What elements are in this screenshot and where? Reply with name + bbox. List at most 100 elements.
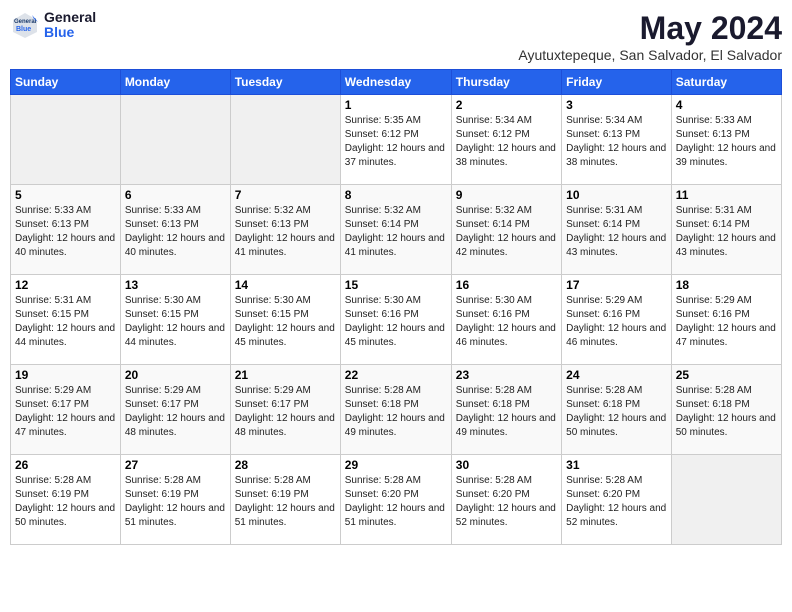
logo-general: General xyxy=(44,10,96,25)
day-number: 18 xyxy=(676,278,777,292)
day-info: Sunrise: 5:33 AM Sunset: 6:13 PM Dayligh… xyxy=(676,114,777,170)
page-header: General Blue General Blue May 2024 Ayutu… xyxy=(10,10,782,63)
weekday-header-saturday: Saturday xyxy=(671,70,781,95)
day-number: 23 xyxy=(456,368,557,382)
day-info: Sunrise: 5:35 AM Sunset: 6:12 PM Dayligh… xyxy=(345,114,447,170)
day-info: Sunrise: 5:30 AM Sunset: 6:16 PM Dayligh… xyxy=(345,294,447,350)
day-number: 4 xyxy=(676,98,777,112)
day-number: 24 xyxy=(566,368,667,382)
day-number: 27 xyxy=(125,458,226,472)
day-info: Sunrise: 5:28 AM Sunset: 6:20 PM Dayligh… xyxy=(456,474,557,530)
day-number: 25 xyxy=(676,368,777,382)
day-cell: 23 Sunrise: 5:28 AM Sunset: 6:18 PM Dayli… xyxy=(451,365,561,455)
day-cell: 9 Sunrise: 5:32 AM Sunset: 6:14 PM Daylig… xyxy=(451,185,561,275)
weekday-header-thursday: Thursday xyxy=(451,70,561,95)
location: Ayutuxtepeque, San Salvador, El Salvador xyxy=(518,47,782,63)
day-number: 28 xyxy=(235,458,336,472)
day-cell: 29 Sunrise: 5:28 AM Sunset: 6:20 PM Dayli… xyxy=(340,455,451,545)
week-row-3: 12Sunrise: 5:31 AM Sunset: 6:15 PM Dayli… xyxy=(11,275,782,365)
day-info: Sunrise: 5:28 AM Sunset: 6:18 PM Dayligh… xyxy=(566,384,667,440)
day-cell: 8 Sunrise: 5:32 AM Sunset: 6:14 PM Daylig… xyxy=(340,185,451,275)
day-cell: 20 Sunrise: 5:29 AM Sunset: 6:17 PM Dayli… xyxy=(120,365,230,455)
day-cell: 27Sunrise: 5:28 AM Sunset: 6:19 PM Dayli… xyxy=(120,455,230,545)
day-cell: 11 Sunrise: 5:31 AM Sunset: 6:14 PM Dayli… xyxy=(671,185,781,275)
day-number: 30 xyxy=(456,458,557,472)
day-cell: 6 Sunrise: 5:33 AM Sunset: 6:13 PM Daylig… xyxy=(120,185,230,275)
day-number: 31 xyxy=(566,458,667,472)
day-info: Sunrise: 5:31 AM Sunset: 6:14 PM Dayligh… xyxy=(566,204,667,260)
week-row-5: 26 Sunrise: 5:28 AM Sunset: 6:19 PM Dayli… xyxy=(11,455,782,545)
weekday-header-sunday: Sunday xyxy=(11,70,121,95)
day-number: 21 xyxy=(235,368,336,382)
day-number: 11 xyxy=(676,188,777,202)
day-number: 26 xyxy=(15,458,116,472)
day-info: Sunrise: 5:28 AM Sunset: 6:18 PM Dayligh… xyxy=(456,384,557,440)
logo: General Blue General Blue xyxy=(10,10,96,41)
day-cell: 26Sunrise: 5:28 AM Sunset: 6:19 PM Dayli… xyxy=(11,455,121,545)
day-cell: 24 Sunrise: 5:28 AM Sunset: 6:18 PM Dayli… xyxy=(562,365,672,455)
day-cell: 14Sunrise: 5:30 AM Sunset: 6:15 PM Dayli… xyxy=(230,275,340,365)
weekday-header-row: SundayMondayTuesdayWednesdayThursdayFrid… xyxy=(11,70,782,95)
day-number: 6 xyxy=(125,188,226,202)
day-number: 17 xyxy=(566,278,667,292)
day-cell: 31 Sunrise: 5:28 AM Sunset: 6:20 PM Dayli… xyxy=(562,455,672,545)
day-number: 22 xyxy=(345,368,447,382)
day-info: Sunrise: 5:32 AM Sunset: 6:14 PM Dayligh… xyxy=(345,204,447,260)
day-cell xyxy=(11,95,121,185)
day-info: Sunrise: 5:29 AM Sunset: 6:16 PM Dayligh… xyxy=(566,294,667,350)
day-number: 2 xyxy=(456,98,557,112)
day-info: Sunrise: 5:28 AM Sunset: 6:18 PM Dayligh… xyxy=(345,384,447,440)
day-cell xyxy=(230,95,340,185)
day-cell: 30 Sunrise: 5:28 AM Sunset: 6:20 PM Dayli… xyxy=(451,455,561,545)
day-number: 20 xyxy=(125,368,226,382)
day-cell: 10 Sunrise: 5:31 AM Sunset: 6:14 PM Dayli… xyxy=(562,185,672,275)
day-info: Sunrise: 5:29 AM Sunset: 6:17 PM Dayligh… xyxy=(125,384,226,440)
logo-icon: General Blue xyxy=(10,10,40,40)
day-cell: 12Sunrise: 5:31 AM Sunset: 6:15 PM Dayli… xyxy=(11,275,121,365)
weekday-header-wednesday: Wednesday xyxy=(340,70,451,95)
logo-blue: Blue xyxy=(44,25,96,40)
day-info: Sunrise: 5:28 AM Sunset: 6:19 PM Dayligh… xyxy=(235,474,336,530)
day-cell: 17 Sunrise: 5:29 AM Sunset: 6:16 PM Dayli… xyxy=(562,275,672,365)
month-year: May 2024 xyxy=(518,10,782,47)
title-block: May 2024 Ayutuxtepeque, San Salvador, El… xyxy=(518,10,782,63)
day-info: Sunrise: 5:34 AM Sunset: 6:12 PM Dayligh… xyxy=(456,114,557,170)
day-number: 19 xyxy=(15,368,116,382)
day-number: 12 xyxy=(15,278,116,292)
day-cell xyxy=(120,95,230,185)
day-cell xyxy=(671,455,781,545)
logo-text: General Blue xyxy=(44,10,96,41)
day-info: Sunrise: 5:32 AM Sunset: 6:13 PM Dayligh… xyxy=(235,204,336,260)
day-number: 29 xyxy=(345,458,447,472)
svg-text:General: General xyxy=(14,19,37,25)
day-info: Sunrise: 5:32 AM Sunset: 6:14 PM Dayligh… xyxy=(456,204,557,260)
day-cell: 15Sunrise: 5:30 AM Sunset: 6:16 PM Dayli… xyxy=(340,275,451,365)
day-info: Sunrise: 5:33 AM Sunset: 6:13 PM Dayligh… xyxy=(125,204,226,260)
day-number: 10 xyxy=(566,188,667,202)
day-number: 8 xyxy=(345,188,447,202)
day-number: 3 xyxy=(566,98,667,112)
day-number: 16 xyxy=(456,278,557,292)
day-cell: 16Sunrise: 5:30 AM Sunset: 6:16 PM Dayli… xyxy=(451,275,561,365)
day-info: Sunrise: 5:30 AM Sunset: 6:15 PM Dayligh… xyxy=(235,294,336,350)
day-cell: 25Sunrise: 5:28 AM Sunset: 6:18 PM Dayli… xyxy=(671,365,781,455)
weekday-header-monday: Monday xyxy=(120,70,230,95)
week-row-4: 19 Sunrise: 5:29 AM Sunset: 6:17 PM Dayli… xyxy=(11,365,782,455)
day-cell: 18Sunrise: 5:29 AM Sunset: 6:16 PM Dayli… xyxy=(671,275,781,365)
day-info: Sunrise: 5:28 AM Sunset: 6:20 PM Dayligh… xyxy=(566,474,667,530)
day-cell: 3Sunrise: 5:34 AM Sunset: 6:13 PM Daylig… xyxy=(562,95,672,185)
day-cell: 19Sunrise: 5:29 AM Sunset: 6:17 PM Dayli… xyxy=(11,365,121,455)
day-info: Sunrise: 5:31 AM Sunset: 6:14 PM Dayligh… xyxy=(676,204,777,260)
day-number: 9 xyxy=(456,188,557,202)
day-info: Sunrise: 5:28 AM Sunset: 6:20 PM Dayligh… xyxy=(345,474,447,530)
weekday-header-friday: Friday xyxy=(562,70,672,95)
day-cell: 4 Sunrise: 5:33 AM Sunset: 6:13 PM Daylig… xyxy=(671,95,781,185)
day-cell: 1 Sunrise: 5:35 AM Sunset: 6:12 PM Daylig… xyxy=(340,95,451,185)
day-number: 13 xyxy=(125,278,226,292)
day-cell: 21Sunrise: 5:29 AM Sunset: 6:17 PM Dayli… xyxy=(230,365,340,455)
week-row-2: 5Sunrise: 5:33 AM Sunset: 6:13 PM Daylig… xyxy=(11,185,782,275)
day-number: 1 xyxy=(345,98,447,112)
day-number: 7 xyxy=(235,188,336,202)
day-info: Sunrise: 5:30 AM Sunset: 6:15 PM Dayligh… xyxy=(125,294,226,350)
day-cell: 28 Sunrise: 5:28 AM Sunset: 6:19 PM Dayli… xyxy=(230,455,340,545)
